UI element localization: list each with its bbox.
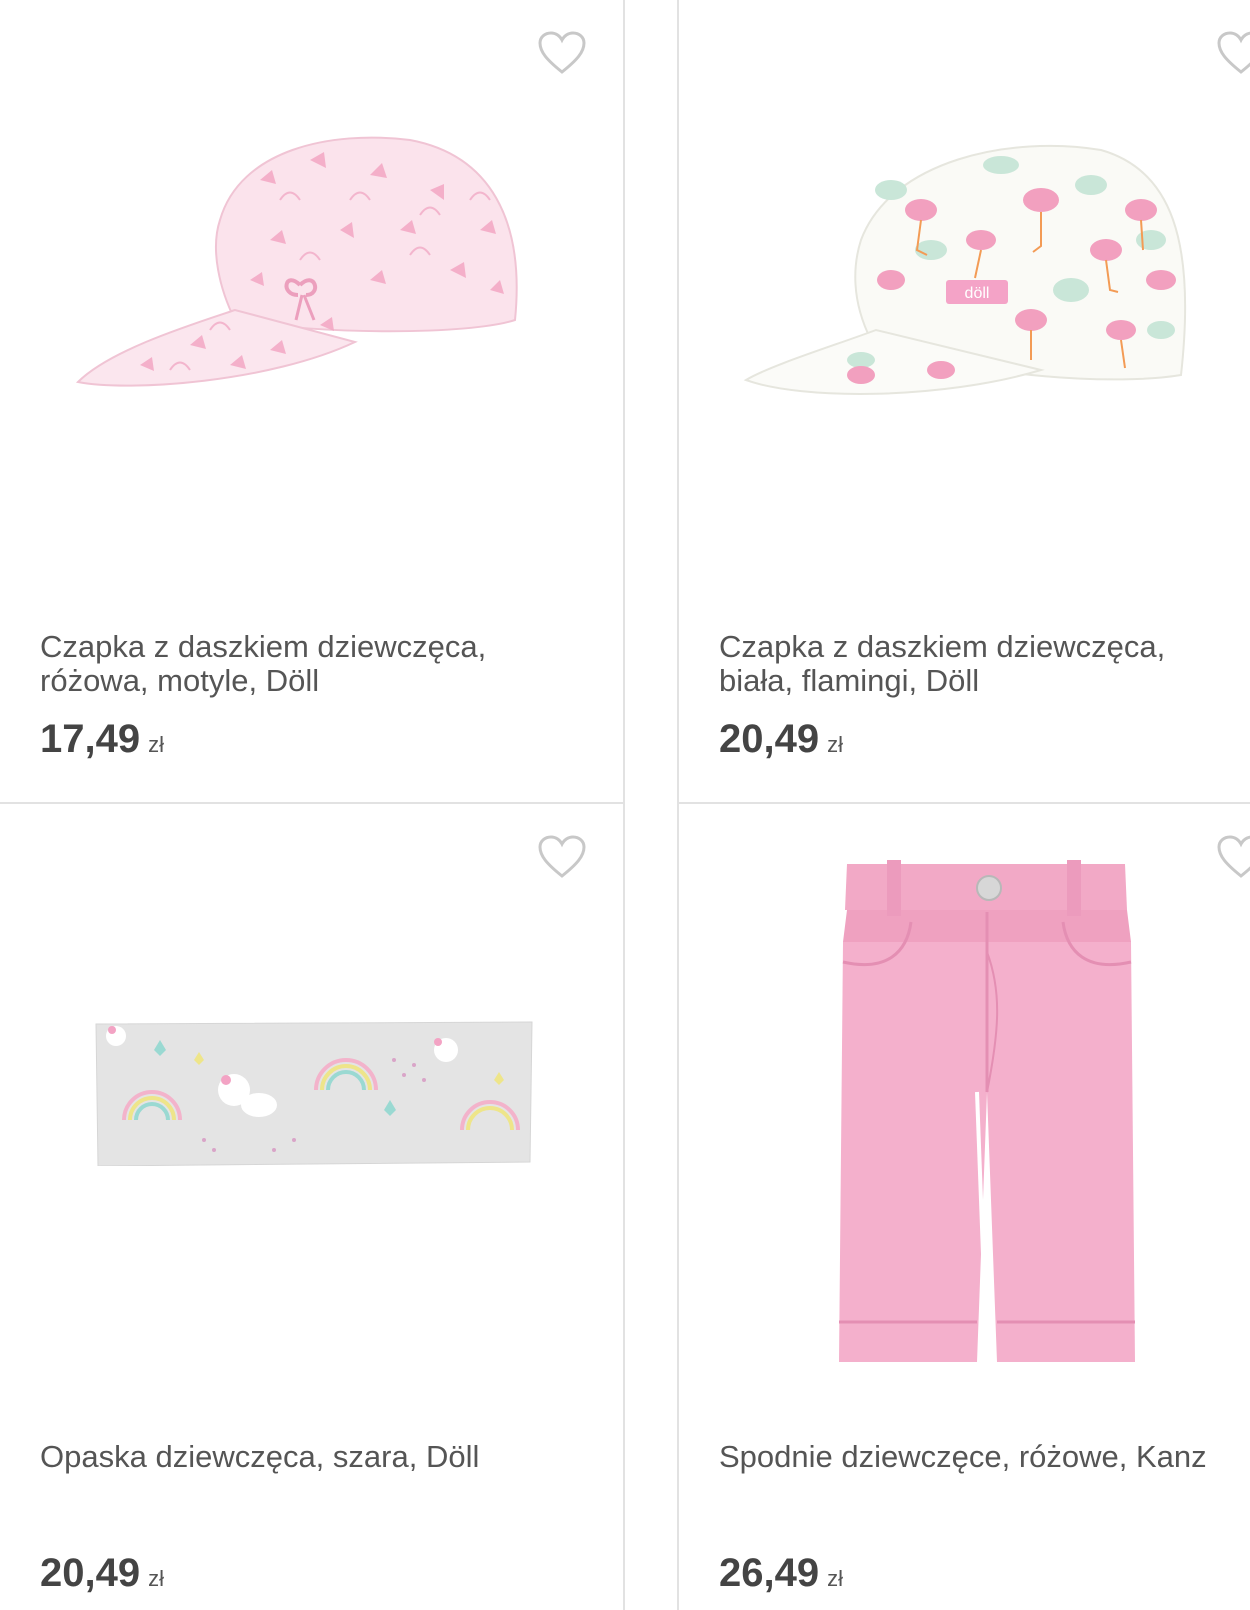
product-name[interactable]: Czapka z daszkiem dziewczęca, biała, fla… xyxy=(719,630,1250,698)
wishlist-heart-icon[interactable] xyxy=(1216,834,1250,880)
product-card[interactable]: Spodnie dziewczęce, różowe, Kanz 26,49 zł xyxy=(677,802,1250,1610)
product-grid: Czapka z daszkiem dziewczęca, różowa, mo… xyxy=(0,0,1250,1610)
product-image-pink-cap[interactable] xyxy=(70,120,530,400)
wishlist-heart-icon[interactable] xyxy=(537,30,587,76)
wishlist-heart-icon[interactable] xyxy=(537,834,587,880)
wishlist-heart-icon[interactable] xyxy=(1216,30,1250,76)
product-card[interactable]: döll Czapka z daszkiem dziewczęca, biała… xyxy=(677,0,1250,806)
price-value: 20,49 xyxy=(40,1551,141,1595)
product-name[interactable]: Czapka z daszkiem dziewczęca, różowa, mo… xyxy=(40,630,613,698)
price-currency: zł xyxy=(148,1566,164,1591)
price-currency: zł xyxy=(148,732,164,757)
product-image-flamingo-cap[interactable]: döll xyxy=(741,130,1201,410)
product-price: 26,49 zł xyxy=(719,1551,843,1596)
price-value: 26,49 xyxy=(719,1551,820,1595)
product-name[interactable]: Spodnie dziewczęce, różowe, Kanz xyxy=(719,1440,1250,1474)
price-currency: zł xyxy=(827,732,843,757)
price-value: 20,49 xyxy=(719,717,820,761)
product-card[interactable]: Opaska dziewczęca, szara, Döll 20,49 zł xyxy=(0,802,625,1610)
svg-text:döll: döll xyxy=(965,285,990,302)
product-price: 20,49 zł xyxy=(40,1551,164,1596)
product-price: 20,49 zł xyxy=(719,717,843,762)
product-card[interactable]: Czapka z daszkiem dziewczęca, różowa, mo… xyxy=(0,0,625,806)
price-value: 17,49 xyxy=(40,717,141,761)
product-image-headband[interactable] xyxy=(94,1020,534,1166)
product-price: 17,49 zł xyxy=(40,717,164,762)
product-image-pink-trousers[interactable] xyxy=(827,852,1147,1372)
price-currency: zł xyxy=(827,1566,843,1591)
product-name[interactable]: Opaska dziewczęca, szara, Döll xyxy=(40,1440,613,1474)
